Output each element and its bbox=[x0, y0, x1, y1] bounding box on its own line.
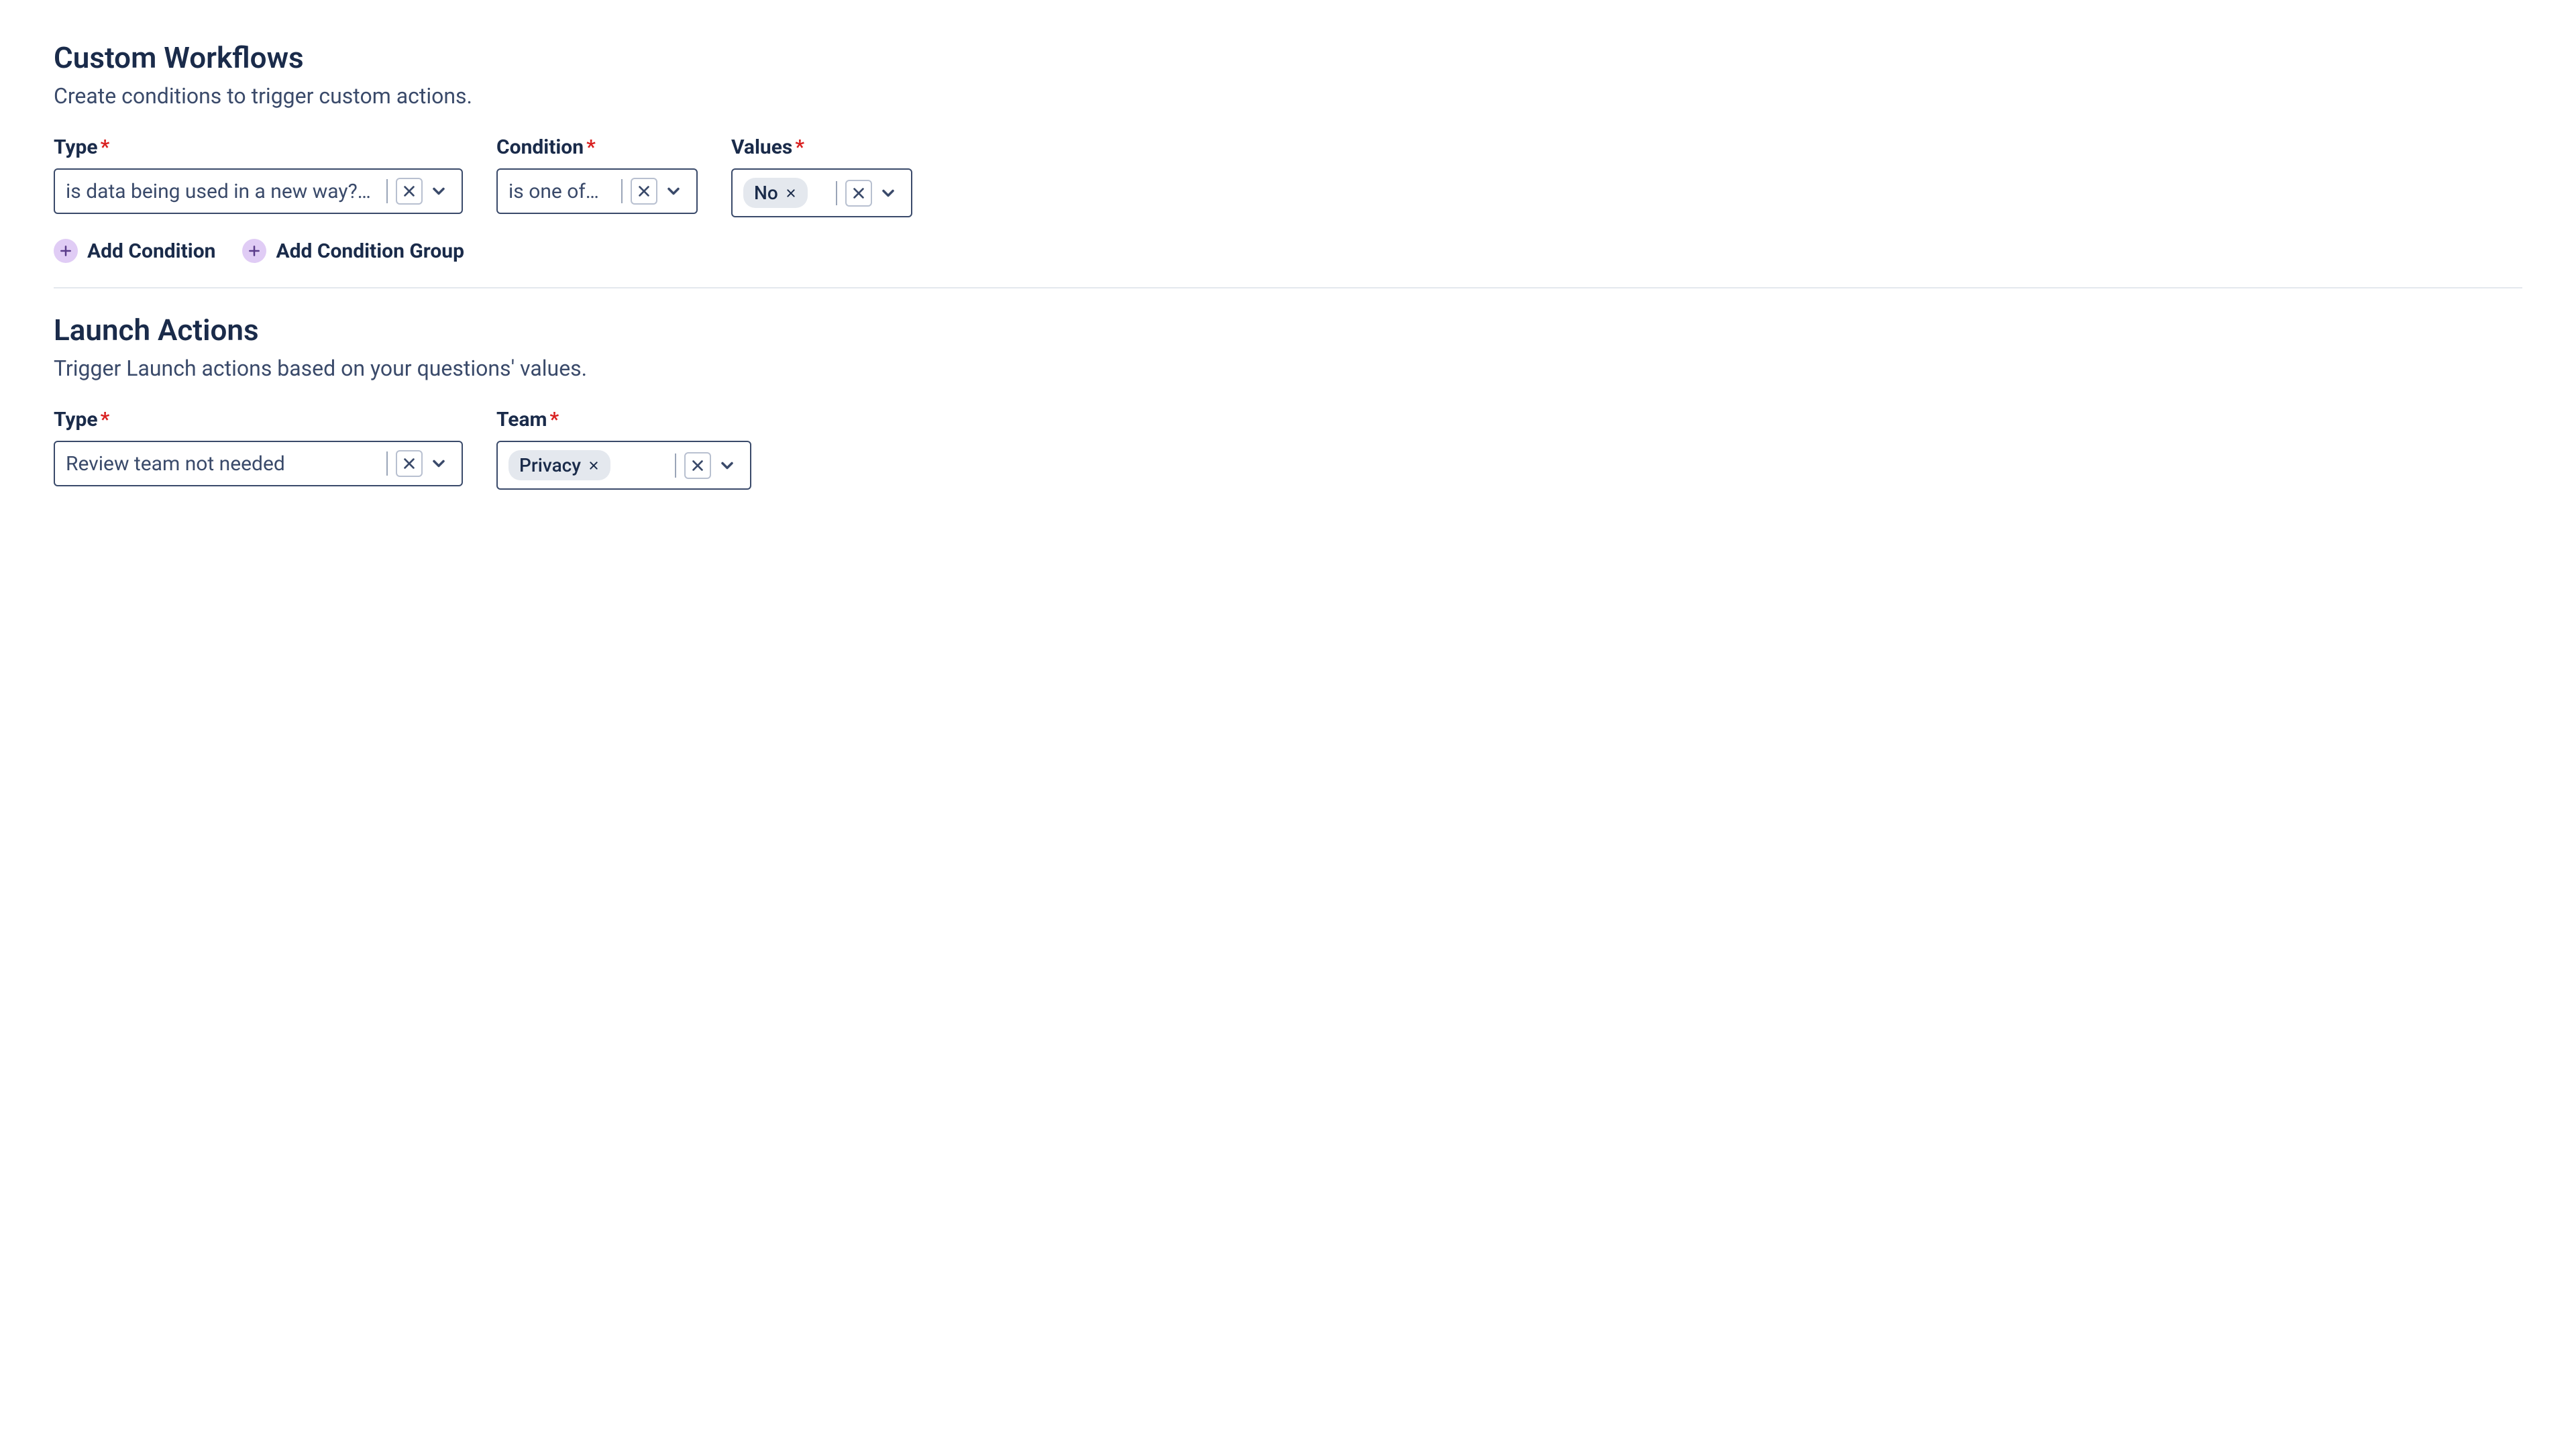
launch-team-field: Team* Privacy bbox=[496, 408, 751, 490]
clear-icon[interactable] bbox=[396, 450, 423, 477]
chip-label: No bbox=[754, 182, 778, 204]
chip-remove-icon[interactable] bbox=[588, 460, 600, 472]
divider bbox=[836, 181, 837, 205]
plus-icon bbox=[54, 239, 78, 263]
select-controls bbox=[382, 178, 451, 205]
add-condition-group-button[interactable]: Add Condition Group bbox=[242, 239, 464, 263]
clear-icon[interactable] bbox=[396, 178, 423, 205]
workflows-title: Custom Workflows bbox=[54, 40, 2522, 75]
workflows-values-select[interactable]: No bbox=[731, 168, 912, 217]
workflows-type-select[interactable]: is data being used in a new way?… bbox=[54, 168, 463, 214]
launch-type-field: Type* Review team not needed bbox=[54, 408, 463, 486]
select-controls bbox=[617, 178, 686, 205]
launch-title: Launch Actions bbox=[54, 313, 2522, 347]
add-condition-label: Add Condition bbox=[87, 239, 215, 263]
launch-team-select[interactable]: Privacy bbox=[496, 441, 751, 490]
select-controls bbox=[832, 180, 900, 207]
chevron-down-icon[interactable] bbox=[876, 181, 900, 205]
clear-icon[interactable] bbox=[631, 178, 657, 205]
workflows-type-field: Type* is data being used in a new way?… bbox=[54, 136, 463, 214]
workflows-condition-select[interactable]: is one of… bbox=[496, 168, 698, 214]
chip-label: Privacy bbox=[519, 454, 581, 476]
required-indicator: * bbox=[101, 136, 110, 159]
clear-icon[interactable] bbox=[684, 452, 711, 479]
divider bbox=[386, 179, 388, 203]
plus-icon bbox=[242, 239, 266, 263]
divider bbox=[386, 451, 388, 476]
required-indicator: * bbox=[101, 408, 110, 431]
required-indicator: * bbox=[795, 136, 804, 159]
workflows-type-label: Type* bbox=[54, 136, 463, 159]
workflows-values-field: Values* No bbox=[731, 136, 912, 217]
select-controls bbox=[671, 452, 739, 479]
value-chip: No bbox=[743, 178, 808, 208]
workflows-conditions-row: Type* is data being used in a new way?… … bbox=[54, 136, 2522, 217]
section-divider bbox=[54, 287, 2522, 288]
required-indicator: * bbox=[586, 136, 596, 159]
divider bbox=[675, 453, 676, 478]
clear-icon[interactable] bbox=[845, 180, 872, 207]
select-controls bbox=[382, 450, 451, 477]
workflows-subtitle: Create conditions to trigger custom acti… bbox=[54, 83, 2522, 109]
workflows-condition-label: Condition* bbox=[496, 136, 698, 159]
chevron-down-icon[interactable] bbox=[661, 179, 686, 203]
add-condition-row: Add Condition Add Condition Group bbox=[54, 239, 2522, 263]
workflows-condition-field: Condition* is one of… bbox=[496, 136, 698, 214]
workflows-condition-value: is one of… bbox=[508, 180, 610, 203]
required-indicator: * bbox=[549, 408, 559, 431]
chip-remove-icon[interactable] bbox=[785, 187, 797, 199]
launch-subtitle: Trigger Launch actions based on your que… bbox=[54, 356, 2522, 381]
workflows-type-value: is data being used in a new way?… bbox=[66, 180, 376, 203]
add-condition-group-label: Add Condition Group bbox=[276, 239, 464, 263]
launch-type-select[interactable]: Review team not needed bbox=[54, 441, 463, 486]
team-chip: Privacy bbox=[508, 450, 610, 480]
divider bbox=[621, 179, 623, 203]
chevron-down-icon[interactable] bbox=[427, 451, 451, 476]
launch-type-label: Type* bbox=[54, 408, 463, 431]
add-condition-button[interactable]: Add Condition bbox=[54, 239, 215, 263]
launch-fields-row: Type* Review team not needed Team* Priva… bbox=[54, 408, 2522, 490]
workflows-values-label: Values* bbox=[731, 136, 912, 159]
chevron-down-icon[interactable] bbox=[427, 179, 451, 203]
chevron-down-icon[interactable] bbox=[715, 453, 739, 478]
launch-team-label: Team* bbox=[496, 408, 751, 431]
launch-type-value: Review team not needed bbox=[66, 452, 376, 476]
